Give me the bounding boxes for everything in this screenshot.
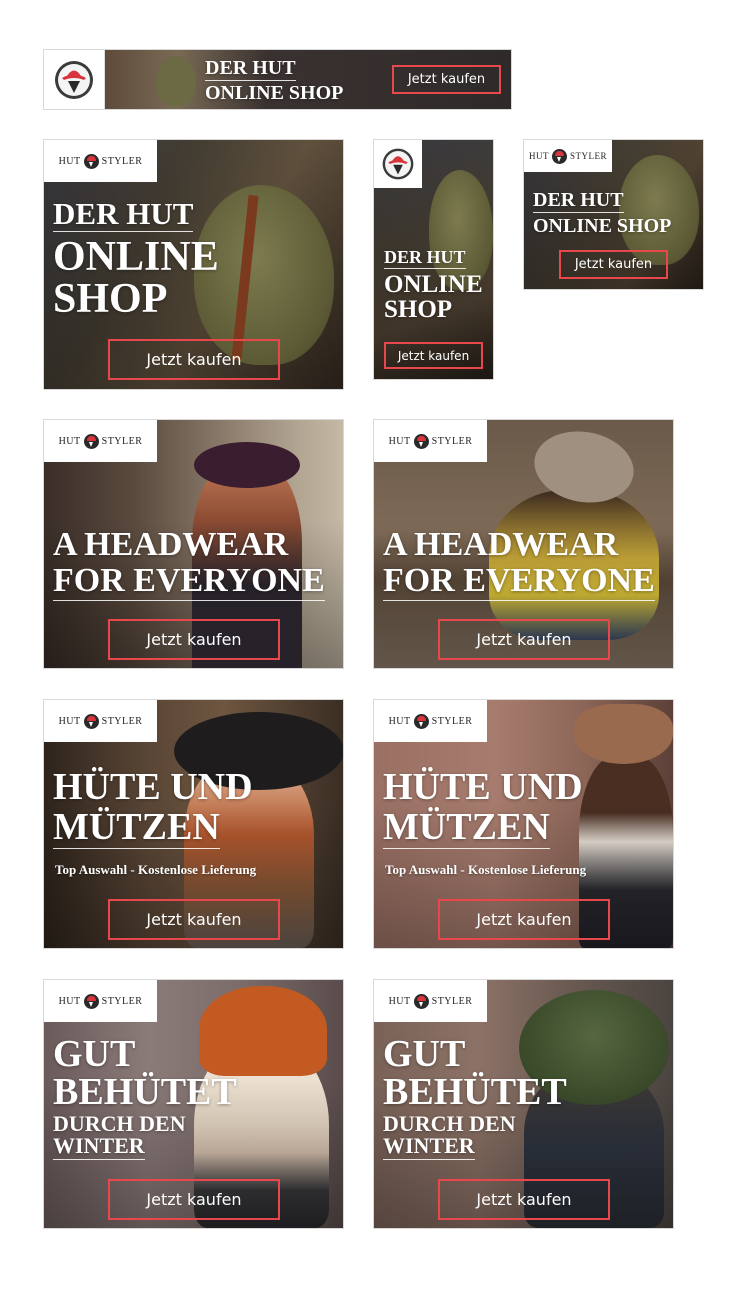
banner-subline: Top Auswahl - Kostenlose Lieferung [385,862,587,877]
banner-headline: A HEADWEAR FOR EVERYONE [383,528,655,601]
headline-line-2: BEHÜTET [53,1071,237,1113]
hat-illustration [156,56,196,106]
banner-headline: HÜTE UND MÜTZEN [53,768,253,849]
cta-button[interactable]: Jetzt kaufen [108,339,280,380]
headline-line-2: FOR EVERYONE [383,562,655,601]
hat-logo-icon [83,153,99,169]
cta-button[interactable]: Jetzt kaufen [438,899,610,940]
logo: HUT STYLER [44,420,157,462]
logo: HUT STYLER [44,980,157,1022]
logo: HUT STYLER [374,980,487,1022]
headline-line-1: DER HUT [53,196,194,232]
headline-line-1: A HEADWEAR [383,526,619,563]
logo: HUT STYLER [374,420,487,462]
banner-online-shop-rect[interactable]: HUT STYLER DER HUT ONLINE SHOP Jetzt kauf… [524,140,703,289]
banner-online-shop-small[interactable]: DER HUT ONLINE SHOP Jetzt kaufen [374,140,493,379]
headline-line-3: SHOP [53,276,168,322]
headline-line-4: WINTER [53,1133,145,1160]
banner-headline: HÜTE UND MÜTZEN [383,768,583,849]
headline-line-1: DER HUT [384,247,466,269]
hat-logo-icon [551,148,567,164]
banner-headline: GUT BEHÜTET DURCH DEN WINTER [53,1035,237,1160]
headline-line-2: ONLINE SHOP [205,82,344,104]
banner-headwear-2[interactable]: HUT STYLER A HEADWEAR FOR EVERYONE Jetzt … [374,420,673,668]
headline-line-4: WINTER [383,1133,475,1160]
cta-button[interactable]: Jetzt kaufen [384,342,483,369]
headline-line-2: MÜTZEN [383,806,550,849]
headline-line-2: FOR EVERYONE [53,562,325,601]
headline-line-1: HÜTE UND [383,766,583,808]
headline-line-1: DER HUT [533,189,624,213]
banner-subline: Top Auswahl - Kostenlose Lieferung [55,862,257,877]
hat-logo-icon [83,993,99,1009]
banner-hute-1[interactable]: HUT STYLER HÜTE UND MÜTZEN Top Auswahl - … [44,700,343,948]
logo-badge [44,50,105,109]
banner-headline: A HEADWEAR FOR EVERYONE [53,528,325,601]
headline-line-2: MÜTZEN [53,806,220,849]
hat-logo-icon [413,713,429,729]
banner-headline: DER HUT ONLINE SHOP [53,198,219,320]
headline-line-2: ONLINE [384,271,483,298]
banner-headline: DER HUT ONLINE SHOP [533,190,671,236]
hat-logo-icon [382,148,414,180]
cta-button[interactable]: Jetzt kaufen [438,619,610,660]
headline-line-2: BEHÜTET [383,1071,567,1113]
banner-hute-2[interactable]: HUT STYLER HÜTE UND MÜTZEN Top Auswahl - … [374,700,673,948]
logo: HUT STYLER [44,140,157,182]
logo: HUT STYLER [524,140,612,172]
banner-headline: DER HUT ONLINE SHOP [205,58,343,103]
headline-line-1: HÜTE UND [53,766,253,808]
hat-logo-icon [413,433,429,449]
cta-button[interactable]: Jetzt kaufen [108,619,280,660]
cta-button[interactable]: Jetzt kaufen [392,65,501,94]
banner-leaderboard[interactable]: DER HUT ONLINE SHOP Jetzt kaufen [44,50,511,109]
headline-line-3: DURCH DEN [53,1111,186,1136]
headline-line-3: SHOP [384,296,453,323]
cta-button[interactable]: Jetzt kaufen [438,1179,610,1220]
headline-line-2: ONLINE [53,234,219,280]
banner-winter-1[interactable]: HUT STYLER GUT BEHÜTET DURCH DEN WINTER J… [44,980,343,1228]
hat-logo-icon [83,433,99,449]
headline-line-1: GUT [53,1033,136,1075]
logo: HUT STYLER [44,700,157,742]
logo: HUT STYLER [374,700,487,742]
logo-badge [374,140,422,188]
banner-headwear-1[interactable]: HUT STYLER A HEADWEAR FOR EVERYONE Jetzt … [44,420,343,668]
banner-headline: GUT BEHÜTET DURCH DEN WINTER [383,1035,567,1160]
cta-button[interactable]: Jetzt kaufen [108,899,280,940]
hat-logo-icon [83,713,99,729]
headline-line-2: ONLINE SHOP [533,215,672,237]
banner-headline: DER HUT ONLINE SHOP [384,248,483,322]
cta-button[interactable]: Jetzt kaufen [559,250,668,279]
hat-logo-icon [413,993,429,1009]
banner-online-shop-large[interactable]: HUT STYLER DER HUT ONLINE SHOP Jetzt kauf… [44,140,343,389]
headline-line-1: GUT [383,1033,466,1075]
headline-line-3: DURCH DEN [383,1111,516,1136]
headline-line-1: DER HUT [205,57,296,81]
cta-button[interactable]: Jetzt kaufen [108,1179,280,1220]
headline-line-1: A HEADWEAR [53,526,289,563]
hat-logo-icon [55,60,93,99]
banner-winter-2[interactable]: HUT STYLER GUT BEHÜTET DURCH DEN WINTER J… [374,980,673,1228]
